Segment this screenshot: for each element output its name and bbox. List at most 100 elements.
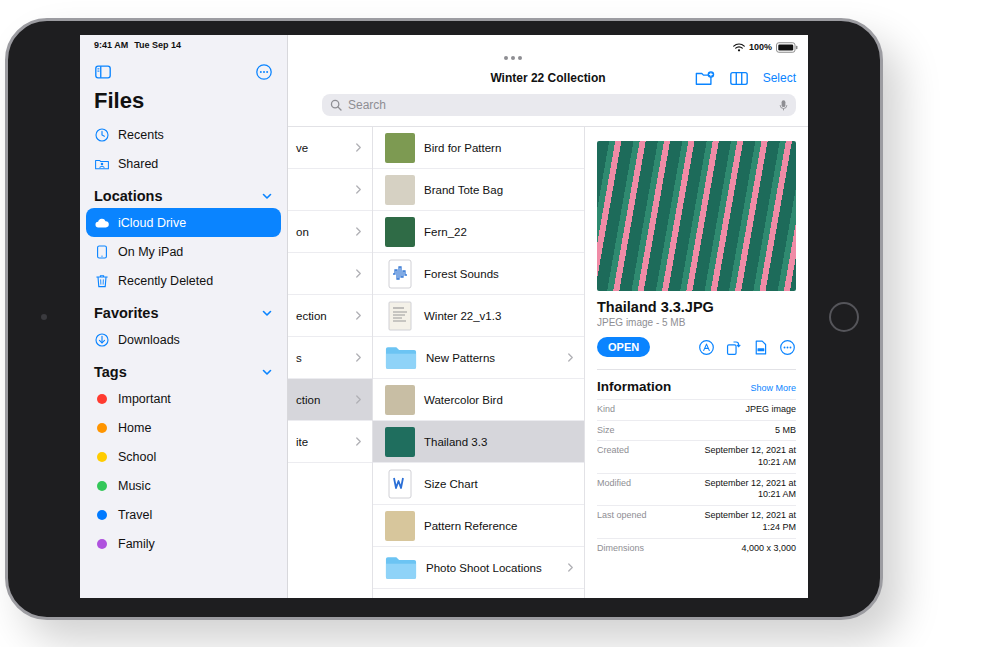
- sidebar-item[interactable]: Recents: [86, 120, 281, 149]
- magnifier-icon: [330, 99, 342, 111]
- more-icon[interactable]: [779, 339, 796, 356]
- sidebar-section: TagsImportantHomeSchoolMusicTravelFamily: [80, 354, 287, 558]
- folder-row[interactable]: [288, 253, 372, 295]
- sidebar-item[interactable]: Important: [86, 384, 281, 413]
- info-row: Last openedSeptember 12, 2021 at 1:24 PM: [597, 505, 796, 537]
- status-indicators: 100%: [288, 35, 808, 54]
- microphone-icon[interactable]: [779, 99, 788, 112]
- home-button-icon[interactable]: [829, 302, 859, 332]
- sidebar-item[interactable]: Family: [86, 529, 281, 558]
- status-date: Tue Sep 14: [134, 40, 181, 54]
- preview-pane: Thailand 3.3.JPG JPEG image - 5 MB OPEN Inf…: [585, 127, 808, 598]
- image-thumbnail: [385, 217, 415, 247]
- chevron-right-icon: [567, 352, 574, 363]
- sidebar-item[interactable]: Downloads: [86, 325, 281, 354]
- folder-row[interactable]: ite: [288, 421, 372, 463]
- image-thumbnail: [385, 511, 415, 541]
- file-row[interactable]: Photo Shoot Locations: [373, 547, 584, 589]
- chevron-right-icon: [355, 142, 362, 153]
- tag-dot-icon: [94, 507, 110, 523]
- info-row: Dimensions4,000 x 3,000: [597, 538, 796, 559]
- folder-row[interactable]: ction: [288, 379, 372, 421]
- sidebar-item[interactable]: Recently Deleted: [86, 266, 281, 295]
- file-row[interactable]: Pattern Reference: [373, 505, 584, 547]
- folder-icon: [385, 345, 417, 370]
- folder-row[interactable]: [288, 169, 372, 211]
- download-icon: [94, 332, 110, 348]
- preview-file-type: JPEG image - 5 MB: [597, 317, 796, 328]
- folder-row[interactable]: s: [288, 337, 372, 379]
- folder-row[interactable]: ection: [288, 295, 372, 337]
- tag-dot-icon: [94, 420, 110, 436]
- camera-icon: [41, 314, 47, 320]
- tag-dot-icon: [94, 536, 110, 552]
- info-row: ModifiedSeptember 12, 2021 at 10:21 AM: [597, 473, 796, 505]
- file-row[interactable]: Watercolor Bird: [373, 379, 584, 421]
- chevron-right-icon: [355, 352, 362, 363]
- folder-row[interactable]: on: [288, 211, 372, 253]
- sidebar-list: RecentsShared: [80, 120, 287, 178]
- battery-icon: [776, 42, 798, 53]
- sidebar-item[interactable]: iCloud Drive: [86, 208, 281, 237]
- chevron-down-icon: [261, 190, 273, 202]
- tag-dot-icon: [94, 449, 110, 465]
- chevron-down-icon: [261, 307, 273, 319]
- sidebar-item[interactable]: Travel: [86, 500, 281, 529]
- image-thumbnail: [385, 427, 415, 457]
- sidebar-item[interactable]: Music: [86, 471, 281, 500]
- show-more-link[interactable]: Show More: [750, 383, 796, 393]
- ipad-icon: [94, 244, 110, 260]
- document-icon: [388, 301, 412, 331]
- create-pdf-icon[interactable]: [752, 339, 769, 356]
- file-row[interactable]: Fern_22: [373, 211, 584, 253]
- sidebar-list: iCloud DriveOn My iPadRecently Deleted: [80, 208, 287, 295]
- sidebar-list: Downloads: [80, 325, 287, 354]
- image-thumbnail: [385, 133, 415, 163]
- select-button[interactable]: Select: [763, 71, 796, 85]
- file-row[interactable]: Bird for Pattern: [373, 127, 584, 169]
- sidebar-item[interactable]: Shared: [86, 149, 281, 178]
- tag-dot-icon: [94, 478, 110, 494]
- file-row[interactable]: Thailand 3.3: [373, 421, 584, 463]
- markup-icon[interactable]: [698, 339, 715, 356]
- sidebar-item[interactable]: School: [86, 442, 281, 471]
- info-row: CreatedSeptember 12, 2021 at 10:21 AM: [597, 440, 796, 472]
- bezel: [8, 35, 80, 598]
- chevron-right-icon: [355, 268, 362, 279]
- file-row[interactable]: Winter 22_v1.3: [373, 295, 584, 337]
- image-thumbnail: [385, 385, 415, 415]
- file-row[interactable]: Brand Tote Bag: [373, 169, 584, 211]
- preview-file-name: Thailand 3.3.JPG: [597, 299, 796, 315]
- chevron-right-icon: [567, 562, 574, 573]
- stage: 9:41 AMTue Sep 14FilesRecentsSharedLocat…: [0, 0, 1000, 647]
- screen: 9:41 AMTue Sep 14FilesRecentsSharedLocat…: [80, 35, 808, 598]
- sidebar-item[interactable]: Home: [86, 413, 281, 442]
- rotate-icon[interactable]: [725, 339, 742, 356]
- trash-icon: [94, 273, 110, 289]
- multitasking-handle-icon[interactable]: [288, 54, 808, 64]
- section-header[interactable]: Favorites: [80, 295, 287, 325]
- file-row[interactable]: Forest Sounds: [373, 253, 584, 295]
- section-header[interactable]: Tags: [80, 354, 287, 384]
- sidebar-toggle-icon[interactable]: [94, 63, 112, 81]
- open-button[interactable]: OPEN: [597, 337, 650, 357]
- sidebar-title: Files: [94, 86, 287, 116]
- section-header[interactable]: Locations: [80, 178, 287, 208]
- folder-icon: [385, 555, 417, 580]
- column-view-icon[interactable]: [729, 70, 749, 87]
- file-column: Bird for PatternBrand Tote BagFern_22For…: [373, 127, 585, 598]
- ipad-frame: 9:41 AMTue Sep 14FilesRecentsSharedLocat…: [5, 18, 883, 620]
- new-folder-icon[interactable]: [695, 70, 715, 87]
- folder-title: Winter 22 Collection: [490, 71, 605, 85]
- sidebar-item[interactable]: On My iPad: [86, 237, 281, 266]
- more-options-icon[interactable]: [255, 63, 273, 81]
- information-header: InformationShow More: [597, 370, 796, 399]
- folder-row[interactable]: ve: [288, 127, 372, 169]
- chevron-right-icon: [355, 436, 362, 447]
- file-row[interactable]: New Patterns: [373, 337, 584, 379]
- search-field[interactable]: Search: [322, 94, 796, 116]
- sidebar: 9:41 AMTue Sep 14FilesRecentsSharedLocat…: [80, 35, 288, 598]
- column-browser: veonectionsctioniteBird for PatternBrand…: [288, 126, 808, 598]
- search-placeholder: Search: [348, 98, 773, 112]
- file-row[interactable]: Size Chart: [373, 463, 584, 505]
